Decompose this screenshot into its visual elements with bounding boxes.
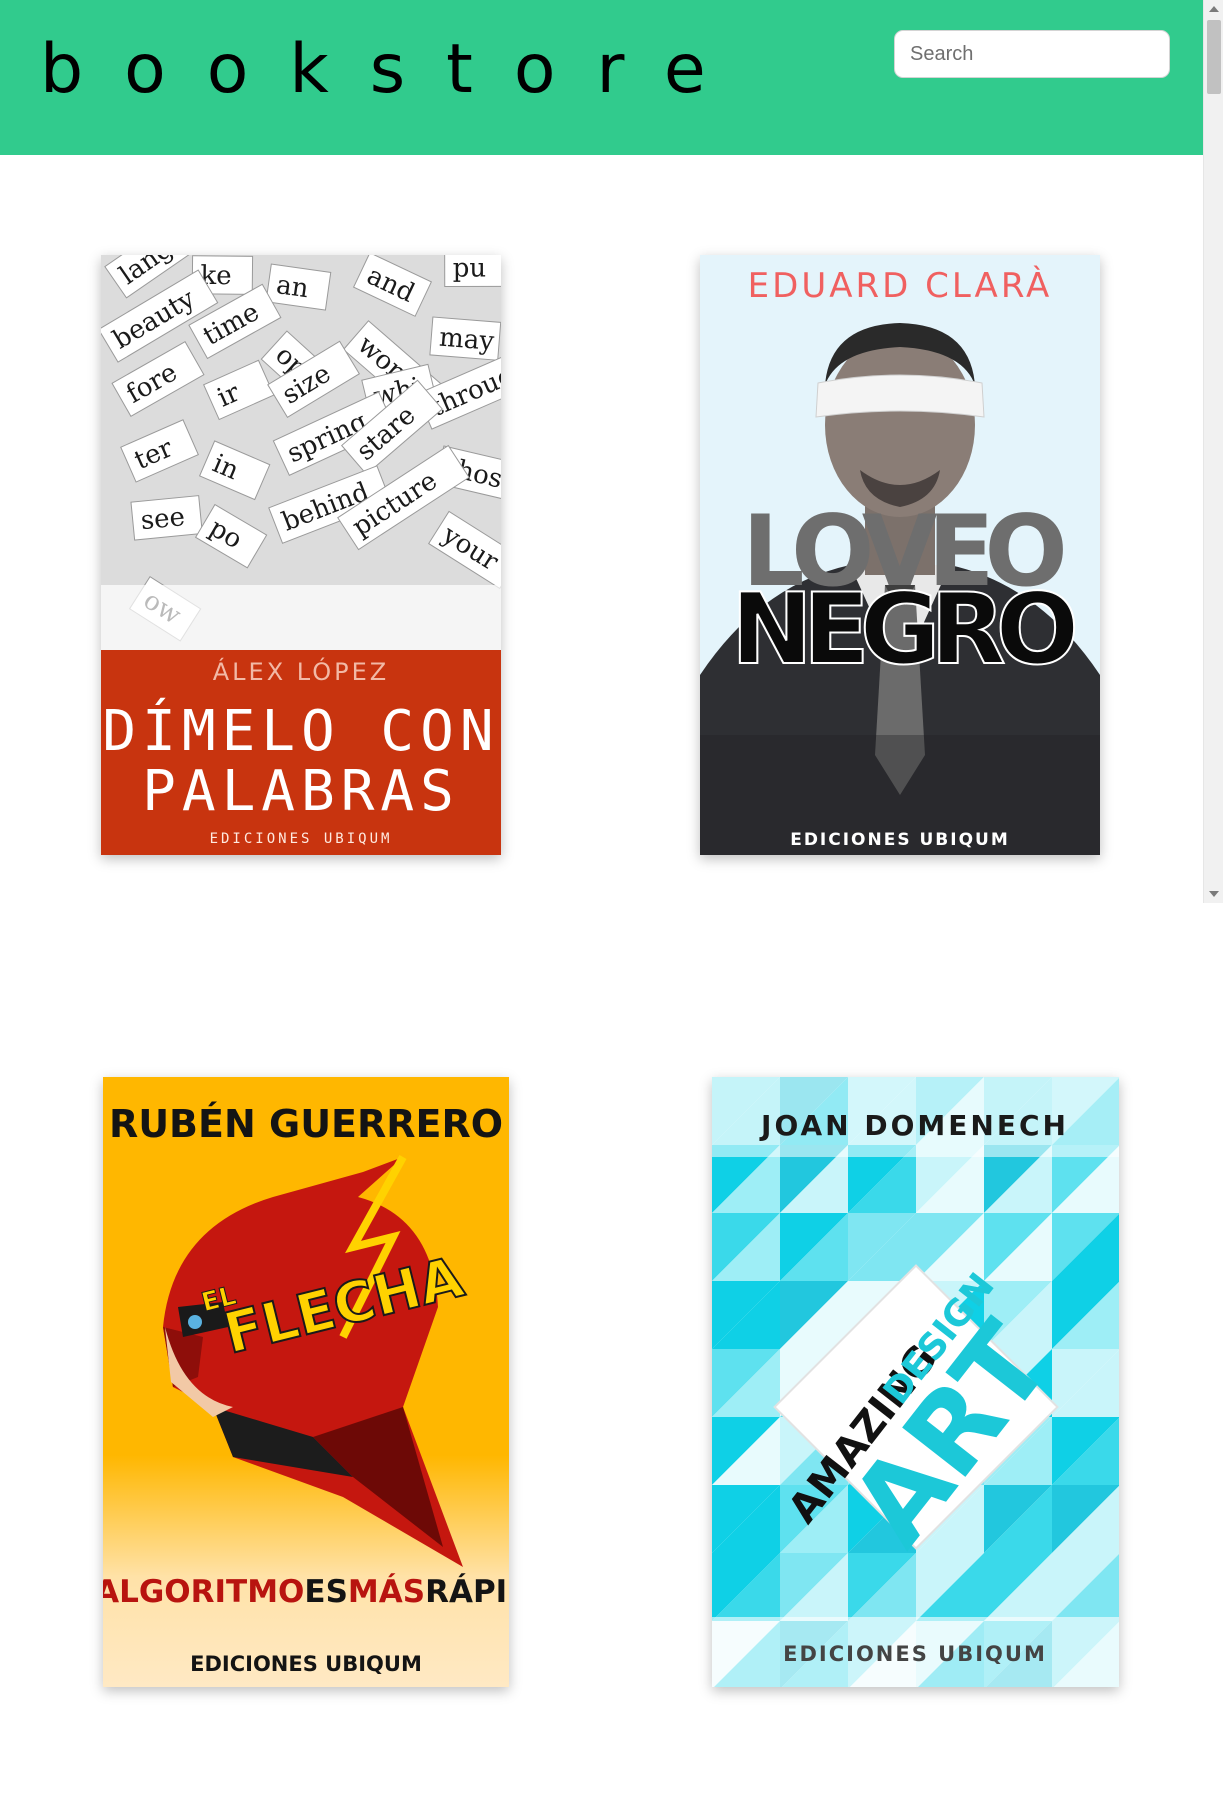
- book-publisher: EDICIONES UBIQUM: [790, 830, 1010, 850]
- svg-text:see: see: [139, 502, 186, 536]
- scroll-thumb[interactable]: [1207, 20, 1221, 94]
- svg-text:may: may: [438, 323, 495, 357]
- book-author: RUBÉN GUERRERO: [109, 1102, 503, 1146]
- word-tile: see: [130, 495, 203, 541]
- book-cover-loveo: EDUARD CLARÀ LOVEO NEGRO EDICIONES UBIQU…: [700, 255, 1100, 855]
- book-card-el-flecha[interactable]: RUBÉN GUERRERO EL FLECHA MIALGORITMOESMÁ…: [103, 1077, 509, 1687]
- svg-text:an: an: [274, 270, 310, 304]
- word-tile: an: [265, 263, 332, 311]
- book-cover-dimelo: languidkeanandpubeautytimeopworstmayfore…: [101, 255, 501, 855]
- book-subtitle: MIALGORITMOESMÁSRÁPIDO: [103, 1574, 509, 1610]
- book-publisher: EDICIONES UBIQUM: [210, 831, 393, 847]
- book-author: JOAN DOMENECH: [759, 1109, 1069, 1142]
- word-tile: pu: [444, 255, 501, 288]
- scroll-up-arrow-icon[interactable]: [1209, 6, 1219, 12]
- book-card-dimelo-con-palabras[interactable]: languidkeanandpubeautytimeopworstmayfore…: [101, 255, 501, 855]
- brand-logo[interactable]: bookstore: [40, 32, 747, 108]
- book-author: ÁLEX LÓPEZ: [213, 656, 390, 686]
- book-card-amazing-design-art[interactable]: JOAN DOMENECH AMAZING DESIGN ART EDICION…: [712, 1077, 1119, 1687]
- book-cover-flecha: RUBÉN GUERRERO EL FLECHA MIALGORITMOESMÁ…: [103, 1077, 509, 1687]
- book-card-loveo-negro[interactable]: EDUARD CLARÀ LOVEO NEGRO EDICIONES UBIQU…: [700, 255, 1100, 855]
- svg-text:pu: pu: [453, 255, 486, 284]
- book-author: EDUARD CLARÀ: [748, 265, 1053, 306]
- book-title-line2: NEGRO: [731, 573, 1075, 687]
- book-cover-amazing: JOAN DOMENECH AMAZING DESIGN ART EDICION…: [712, 1077, 1119, 1687]
- scroll-down-arrow-icon[interactable]: [1209, 891, 1219, 897]
- book-publisher: EDICIONES UBIQUM: [783, 1642, 1047, 1666]
- book-title-line1: DÍMELO CON: [102, 699, 499, 764]
- site-header: bookstore: [0, 0, 1203, 155]
- scrollbar[interactable]: [1203, 0, 1223, 903]
- book-publisher: EDICIONES UBIQUM: [190, 1652, 422, 1676]
- book-title-line2: PALABRAS: [142, 759, 460, 824]
- word-tile: may: [429, 316, 501, 361]
- search-input[interactable]: [894, 30, 1170, 78]
